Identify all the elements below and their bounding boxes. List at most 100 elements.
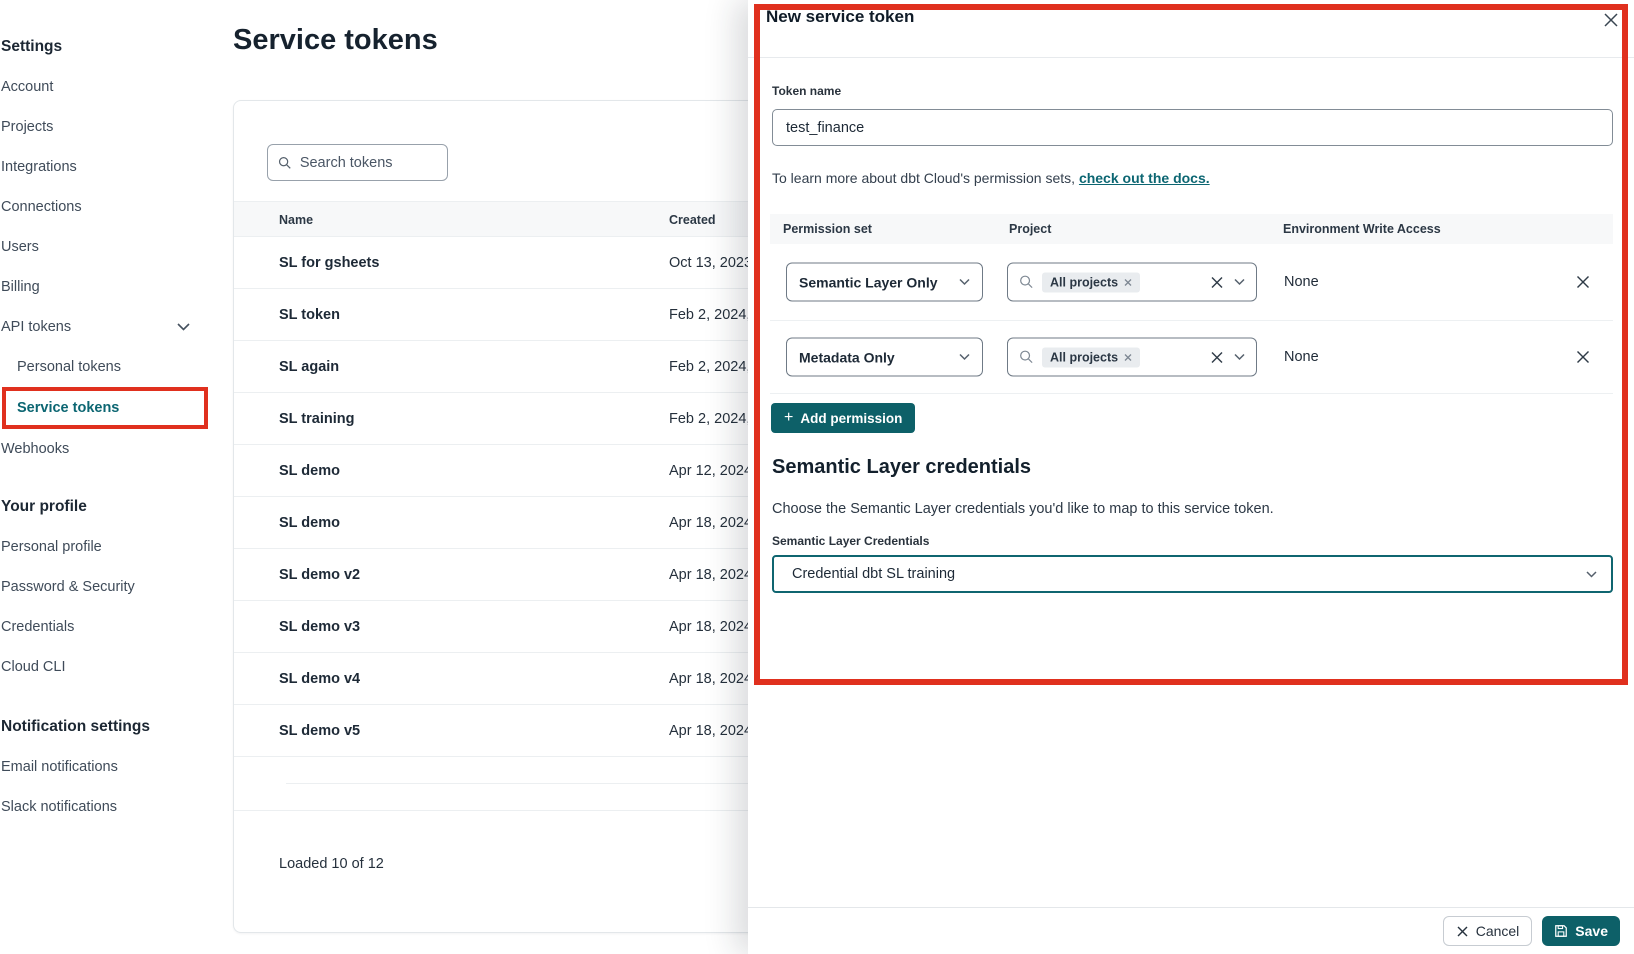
sidebar-item-label: API tokens	[1, 319, 71, 335]
sidebar-item-integrations[interactable]: Integrations	[0, 147, 212, 187]
credentials-label: Semantic Layer Credentials	[772, 534, 929, 548]
token-name: SL demo	[279, 463, 340, 479]
chevron-down-icon	[959, 354, 970, 361]
sidebar-item-slack-notifications[interactable]: Slack notifications	[0, 787, 212, 827]
token-name: SL again	[279, 359, 339, 375]
sidebar-item-password-security[interactable]: Password & Security	[0, 567, 212, 607]
token-name: SL demo v4	[279, 671, 360, 687]
save-icon	[1554, 924, 1568, 938]
token-name-input[interactable]	[772, 109, 1613, 146]
token-name-label: Token name	[772, 84, 841, 98]
permission-row: Metadata Only All projects None	[770, 321, 1613, 394]
sidebar-item-account[interactable]: Account	[0, 67, 212, 107]
env-write-access-value: None	[1284, 349, 1319, 365]
token-name: SL token	[279, 307, 340, 323]
column-header-name: Name	[279, 202, 313, 238]
token-created: Apr 18, 2024,	[669, 723, 756, 739]
permission-set-value: Semantic Layer Only	[799, 274, 938, 290]
drawer-title: New service token	[766, 7, 914, 27]
credentials-description: Choose the Semantic Layer credentials yo…	[772, 501, 1274, 517]
remove-row-icon[interactable]	[1575, 274, 1591, 290]
sidebar-item-api-tokens[interactable]: API tokens	[0, 307, 212, 347]
docs-link[interactable]: check out the docs.	[1079, 170, 1210, 186]
credentials-select[interactable]: Credential dbt SL training	[772, 555, 1613, 593]
remove-row-icon[interactable]	[1575, 349, 1591, 365]
env-write-access-value: None	[1284, 274, 1319, 290]
sidebar-heading-notification-settings: Notification settings	[0, 707, 212, 747]
column-header-project: Project	[1009, 222, 1051, 236]
docs-text: To learn more about dbt Cloud's permissi…	[772, 170, 1210, 186]
token-created: Apr 18, 2024,	[669, 619, 756, 635]
annotation-box-service-tokens: Service tokens	[2, 387, 208, 429]
token-name: SL demo	[279, 515, 340, 531]
sidebar-item-personal-tokens[interactable]: Personal tokens	[0, 347, 212, 387]
clear-icon[interactable]	[1210, 275, 1224, 289]
cancel-button[interactable]: Cancel	[1443, 916, 1533, 946]
drawer-header: New service token	[748, 0, 1634, 58]
save-button[interactable]: Save	[1542, 916, 1620, 946]
sidebar-item-connections[interactable]: Connections	[0, 187, 212, 227]
sidebar-item-service-tokens[interactable]: Service tokens	[6, 391, 119, 425]
settings-sidebar: Settings Account Projects Integrations C…	[0, 0, 212, 827]
sidebar-heading-your-profile: Your profile	[0, 487, 212, 527]
token-created: Apr 12, 2024,	[669, 463, 756, 479]
project-chip: All projects	[1042, 347, 1140, 367]
plus-icon: +	[784, 410, 793, 426]
permissions-table-header: Permission set Project Environment Write…	[770, 214, 1613, 244]
page-title: Service tokens	[233, 24, 438, 57]
search-icon	[1019, 275, 1034, 290]
search-input[interactable]	[300, 155, 437, 171]
token-name: SL for gsheets	[279, 255, 379, 271]
close-icon[interactable]	[1601, 10, 1621, 30]
column-header-permission-set: Permission set	[783, 222, 872, 236]
token-created: Apr 18, 2024,	[669, 515, 756, 531]
sidebar-item-users[interactable]: Users	[0, 227, 212, 267]
sidebar-item-email-notifications[interactable]: Email notifications	[0, 747, 212, 787]
credentials-heading: Semantic Layer credentials	[772, 456, 1031, 479]
project-select[interactable]: All projects	[1007, 338, 1257, 377]
search-icon	[1019, 350, 1034, 365]
sidebar-item-cloud-cli[interactable]: Cloud CLI	[0, 647, 212, 687]
sidebar-item-projects[interactable]: Projects	[0, 107, 212, 147]
docs-prefix: To learn more about dbt Cloud's permissi…	[772, 170, 1079, 186]
permission-row: Semantic Layer Only All projects None	[770, 244, 1613, 321]
project-chip-label: All projects	[1050, 275, 1118, 289]
project-chip: All projects	[1042, 272, 1140, 292]
search-box[interactable]	[267, 144, 448, 181]
clear-icon[interactable]	[1210, 350, 1224, 364]
project-chip-label: All projects	[1050, 350, 1118, 364]
token-name: SL training	[279, 411, 354, 427]
token-created: Apr 18, 2024,	[669, 567, 756, 583]
permission-set-value: Metadata Only	[799, 349, 895, 365]
loaded-count: Loaded 10 of 12	[279, 856, 384, 872]
add-permission-button[interactable]: + Add permission	[771, 403, 915, 433]
app-screen: Settings Account Projects Integrations C…	[0, 0, 1634, 954]
sidebar-item-webhooks[interactable]: Webhooks	[0, 429, 212, 469]
token-name: SL demo v3	[279, 619, 360, 635]
chip-remove-icon[interactable]	[1124, 278, 1132, 286]
chevron-down-icon	[177, 323, 190, 331]
credentials-selected-value: Credential dbt SL training	[792, 566, 955, 582]
token-name: SL demo v2	[279, 567, 360, 583]
sidebar-heading-settings: Settings	[0, 27, 212, 67]
search-icon	[278, 155, 292, 171]
project-select[interactable]: All projects	[1007, 263, 1257, 302]
token-name: SL demo v5	[279, 723, 360, 739]
new-service-token-drawer: New service token Token name To learn mo…	[748, 0, 1634, 954]
save-label: Save	[1575, 923, 1608, 939]
permission-set-select[interactable]: Metadata Only	[786, 338, 983, 377]
sidebar-item-personal-profile[interactable]: Personal profile	[0, 527, 212, 567]
column-header-env-write-access: Environment Write Access	[1283, 222, 1441, 236]
column-header-created: Created	[669, 202, 716, 238]
chip-remove-icon[interactable]	[1124, 353, 1132, 361]
chevron-down-icon[interactable]	[1234, 354, 1245, 361]
token-created: Oct 13, 2023,	[669, 255, 756, 271]
chevron-down-icon[interactable]	[1234, 279, 1245, 286]
sidebar-item-billing[interactable]: Billing	[0, 267, 212, 307]
sidebar-item-credentials[interactable]: Credentials	[0, 607, 212, 647]
cancel-label: Cancel	[1476, 923, 1520, 939]
chevron-down-icon	[959, 279, 970, 286]
chevron-down-icon	[1586, 571, 1597, 578]
cancel-icon	[1456, 925, 1469, 938]
permission-set-select[interactable]: Semantic Layer Only	[786, 263, 983, 302]
